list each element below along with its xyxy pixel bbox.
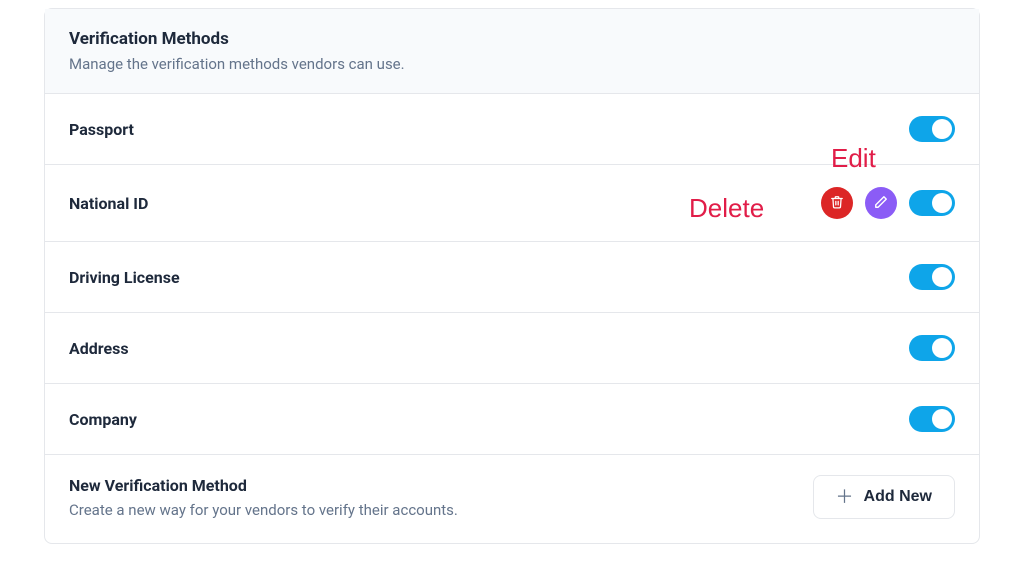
delete-button[interactable] (821, 187, 853, 219)
toggle-driving-license[interactable] (909, 264, 955, 290)
method-row-address: Address (45, 313, 979, 384)
trash-icon (830, 194, 844, 213)
panel-header: Verification Methods Manage the verifica… (45, 9, 979, 94)
method-row-driving-license: Driving License (45, 242, 979, 313)
panel-footer: New Verification Method Create a new way… (45, 455, 979, 543)
method-row-national-id: National ID (45, 165, 979, 242)
toggle-national-id[interactable] (909, 190, 955, 216)
add-new-label: Add New (864, 488, 932, 506)
row-actions (909, 116, 955, 142)
row-actions (909, 264, 955, 290)
method-label: Driving License (69, 268, 180, 287)
method-label: Company (69, 410, 137, 429)
panel-title: Verification Methods (69, 29, 955, 49)
plus-icon: ＋ (836, 488, 854, 506)
verification-methods-panel: Verification Methods Manage the verifica… (44, 8, 980, 544)
add-new-button[interactable]: ＋ Add New (813, 475, 955, 519)
method-label: National ID (69, 194, 148, 213)
pencil-icon (874, 194, 888, 213)
annotation-delete: Delete (689, 193, 764, 224)
footer-title: New Verification Method (69, 476, 458, 495)
method-row-passport: Passport (45, 94, 979, 165)
row-actions (909, 406, 955, 432)
toggle-passport[interactable] (909, 116, 955, 142)
row-actions (821, 187, 955, 219)
footer-subtitle: Create a new way for your vendors to ver… (69, 501, 458, 519)
footer-text: New Verification Method Create a new way… (69, 476, 458, 519)
edit-button[interactable] (865, 187, 897, 219)
panel-subtitle: Manage the verification methods vendors … (69, 55, 955, 73)
toggle-address[interactable] (909, 335, 955, 361)
method-label: Passport (69, 120, 134, 139)
row-actions (909, 335, 955, 361)
method-row-company: Company (45, 384, 979, 455)
toggle-company[interactable] (909, 406, 955, 432)
method-label: Address (69, 339, 129, 358)
